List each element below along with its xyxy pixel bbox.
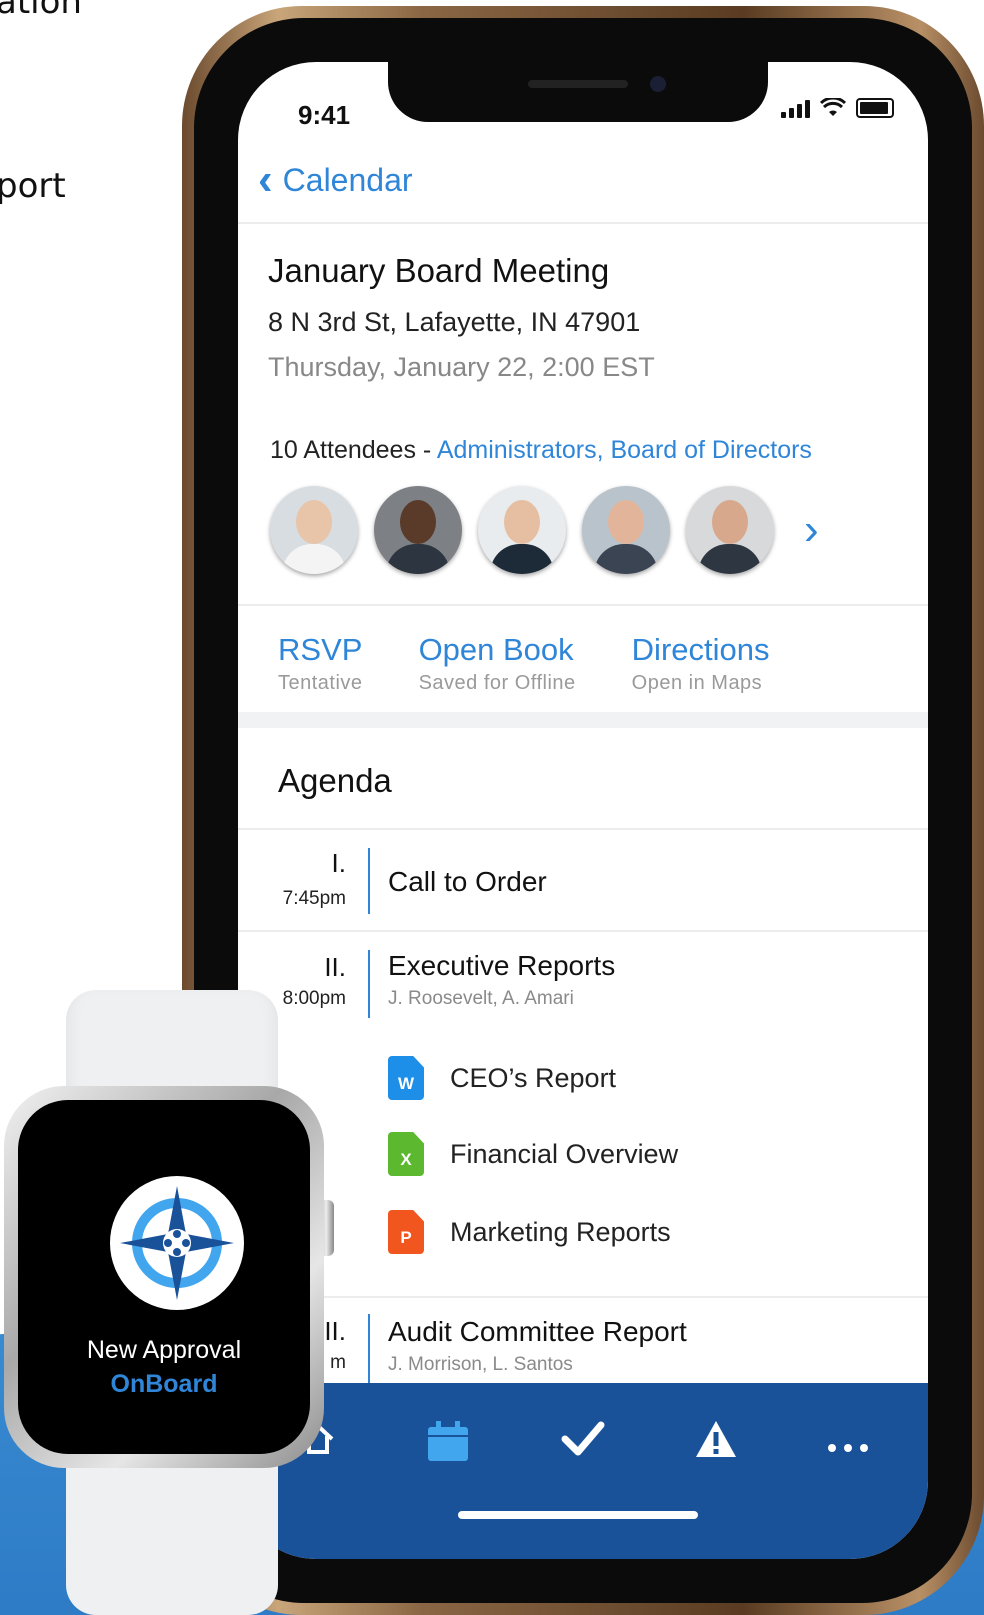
action-label: Directions [631, 632, 770, 667]
agenda-row-divider [238, 1296, 928, 1298]
attendee-avatars: › [270, 486, 819, 574]
watch-frame: New Approval OnBoard [4, 1086, 324, 1468]
agenda-time: 7:45pm [282, 888, 346, 909]
agenda-item-title: Call to Order [388, 866, 547, 897]
section-separator [238, 712, 928, 728]
chevron-left-icon: ‹ [258, 155, 273, 204]
attendees-summary: 10 Attendees - Administrators, Board of … [270, 436, 812, 465]
action-sub: Saved for Offline [418, 672, 576, 694]
back-button[interactable]: ‹ Calendar [258, 158, 413, 202]
phone-screen: 9:41 ‹ Calendar January Board Meeting 8 … [238, 62, 928, 1559]
back-label: Calendar [282, 161, 413, 198]
agenda-timeline [368, 848, 370, 914]
agenda-title: Agenda [278, 762, 392, 799]
battery-icon [856, 98, 894, 118]
avatar[interactable] [478, 486, 566, 574]
nav-divider [238, 222, 928, 224]
more-icon [828, 1444, 868, 1452]
camera [650, 76, 666, 92]
document-item[interactable]: W CEO’s Report [388, 1056, 616, 1100]
watch-app-name[interactable]: OnBoard [18, 1370, 310, 1399]
watch-notification-title: New Approval [86, 1336, 242, 1364]
rsvp-button[interactable]: RSVP Tentative [278, 632, 363, 695]
agenda-item-presenters: J. Roosevelt, A. Amari [388, 988, 574, 1009]
word-document-icon: W [388, 1056, 424, 1100]
agenda-timeline [368, 950, 370, 1018]
onboard-logo-icon [110, 1176, 244, 1310]
meeting-title: January Board Meeting [268, 252, 610, 289]
attendees-divider [238, 604, 928, 606]
avatar[interactable] [374, 486, 462, 574]
speaker [528, 80, 628, 88]
meeting-datetime: Thursday, January 22, 2:00 EST [268, 352, 655, 382]
tab-calendar[interactable] [408, 1419, 488, 1474]
action-sub: Tentative [278, 672, 363, 694]
agenda-divider [238, 828, 928, 830]
phone-notch [388, 62, 768, 122]
powerpoint-document-icon: P [388, 1210, 424, 1254]
calendar-icon [428, 1421, 468, 1461]
checkmark-icon [561, 1421, 605, 1456]
status-icons [781, 98, 894, 118]
home-indicator [458, 1511, 698, 1519]
warning-icon [696, 1421, 736, 1457]
action-row: RSVP Tentative Open Book Saved for Offli… [278, 632, 826, 695]
excel-document-icon: X [388, 1132, 424, 1176]
open-book-button[interactable]: Open Book Saved for Offline [419, 632, 576, 695]
attendees-count: 10 Attendees [270, 436, 416, 464]
attendees-separator: - [415, 436, 437, 464]
avatar[interactable] [582, 486, 670, 574]
agenda-row-divider [238, 930, 928, 932]
avatar[interactable] [270, 486, 358, 574]
wifi-icon [820, 98, 846, 116]
tab-more[interactable] [808, 1419, 888, 1469]
document-item[interactable]: P Marketing Reports [388, 1210, 671, 1254]
agenda-number: II. [324, 952, 346, 982]
action-label: Open Book [418, 632, 574, 667]
agenda-number: I. [331, 848, 346, 878]
agenda-timeline [368, 1314, 370, 1384]
status-time: 9:41 [298, 100, 351, 130]
action-label: RSVP [278, 632, 363, 667]
meeting-address[interactable]: 8 N 3rd St, Lafayette, IN 47901 [268, 307, 640, 338]
action-sub: Open in Maps [631, 672, 763, 694]
document-label: CEO’s Report [450, 1062, 617, 1093]
tab-approvals[interactable] [543, 1419, 623, 1470]
side-caption-line2: port [0, 166, 66, 206]
directions-button[interactable]: Directions Open in Maps [632, 632, 770, 695]
document-label: Financial Overview [450, 1138, 679, 1169]
side-caption-line1: ation [0, 0, 82, 22]
document-item[interactable]: X Financial Overview [388, 1132, 678, 1176]
signal-icon [781, 98, 810, 118]
attendees-groups-link[interactable]: Administrators, Board of Directors [437, 436, 812, 464]
document-label: Marketing Reports [450, 1216, 671, 1247]
avatar[interactable] [686, 486, 774, 574]
tab-alerts[interactable] [676, 1419, 756, 1470]
watch-screen: New Approval OnBoard [18, 1100, 310, 1454]
chevron-right-icon[interactable]: › [804, 505, 819, 555]
agenda-item-title: Executive Reports [388, 950, 616, 981]
agenda-item-title: Audit Committee Report [388, 1316, 687, 1347]
agenda-item-presenters: J. Morrison, L. Santos [388, 1354, 573, 1375]
tab-bar [238, 1383, 928, 1559]
